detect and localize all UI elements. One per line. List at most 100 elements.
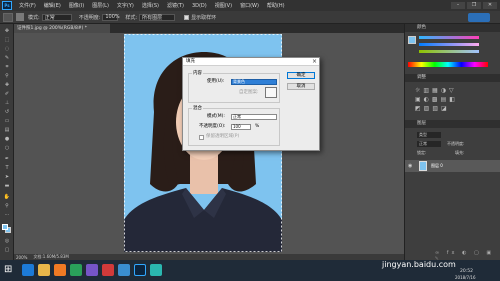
document-tab[interactable]: 证件照1.jpg @ 200%(RGB/8#) * [14,24,110,33]
dialog-titlebar[interactable]: 填充 × [183,58,319,66]
dodge-tool-icon[interactable]: ○ [3,145,11,151]
blur-tool-icon[interactable]: ● [3,136,11,142]
menu-image[interactable]: 图像(I) [65,2,88,9]
menu-window[interactable]: 窗口(W) [236,2,263,9]
show-ring-label: 显示取样环 [191,14,217,21]
fill-swatch-icon[interactable] [16,13,24,21]
mode-select[interactable]: 正常 [41,13,72,21]
layer-visibility-eye-icon[interactable]: ◉ [408,163,412,169]
layer-opacity-label: 不透明度: [447,141,465,146]
layer-row[interactable]: ◉ 图层 0 [405,160,500,172]
mode-label: 模式: [28,14,40,21]
tab-adjustments[interactable]: 调整 [417,75,426,80]
lasso-tool-icon[interactable]: ◌ [3,46,11,52]
history-brush-icon[interactable]: ↺ [3,109,11,115]
color-panel-tabs: 颜色 [405,24,500,32]
zoom-tool-icon[interactable]: ⚲ [3,203,11,209]
style-select[interactable]: 所有图层 [139,13,176,21]
quick-select-tool-icon[interactable]: ✎ [3,55,11,61]
clock-date[interactable]: 2018/7/16 [455,275,476,280]
color-slider-r[interactable] [419,36,479,39]
color-slider-g[interactable] [419,43,479,46]
eraser-tool-icon[interactable]: ▭ [3,118,11,124]
use-select-value: 背景色 [233,79,245,84]
windows-taskbar: ⊞ jingyan.baidu.com 20:52 2018/7/16 [0,260,500,281]
pattern-picker[interactable] [265,87,277,98]
edge-browser-icon[interactable] [22,264,34,276]
fg-swatch[interactable] [408,36,416,44]
ok-button[interactable]: 确定 [287,72,315,79]
app-green-icon[interactable] [70,264,82,276]
workspace-badge[interactable] [468,12,490,22]
foreground-color-swatch[interactable] [2,224,8,230]
layer-kind-filter[interactable]: 类型 [417,132,441,138]
lock-label: 锁定: [417,150,427,155]
type-tool-icon[interactable]: T [3,165,11,171]
menu-file[interactable]: 文件(F) [15,2,40,9]
dialog-title: 填充 [186,59,195,64]
menu-edit[interactable]: 编辑(E) [40,2,65,9]
cancel-button[interactable]: 取消 [287,83,315,90]
menu-3d[interactable]: 3D(D) [188,3,211,9]
path-select-icon[interactable]: ➤ [3,174,11,180]
shape-tool-icon[interactable]: ▬ [3,183,11,189]
fill-dialog: 填充 × 内容 使用(U): 背景色 自定图案: 混合 模式(M): 正常 不透… [182,57,320,151]
photoshop-taskbar-icon[interactable] [134,264,146,276]
pen-tool-icon[interactable]: ✒ [3,156,11,162]
hand-tool-icon[interactable]: ✋ [3,194,11,200]
menu-type[interactable]: 文字(Y) [113,2,138,9]
window-close-icon[interactable]: ✕ [483,2,497,9]
move-tool-icon[interactable]: ✥ [3,28,11,34]
custom-pattern-label: 自定图案: [239,90,259,95]
menu-bar: Ps 文件(F) 编辑(E) 图像(I) 图层(L) 文字(Y) 选择(S) 滤… [0,0,500,11]
opacity-label: 不透明度: [78,14,101,21]
eyedropper-tool-icon[interactable]: ⚲ [3,73,11,79]
options-bar: 模式: 正常 不透明度: 100% 样式: 所有图层 显示取样环 [0,11,500,24]
healing-tool-icon[interactable]: ✚ [3,82,11,88]
screen-mode-icon[interactable]: ▢ [3,247,11,253]
blend-mode-select[interactable]: 正常 [231,114,277,120]
marquee-tool-icon[interactable]: ⬚ [3,37,11,43]
blending-group: 混合 模式(M): 正常 不透明度(O): 100 % 保留透明区域(P) [188,106,280,146]
color-slider-b[interactable] [419,50,479,53]
start-windows-icon[interactable]: ⊞ [4,265,12,275]
use-select[interactable]: 背景色 [231,79,277,85]
tools-panel: ✥ ⬚ ◌ ✎ ⌗ ⚲ ✚ ✐ ⊥ ↺ ▭ ▤ ● ○ ✒ T ➤ ▬ ✋ ⚲ … [0,24,14,260]
quick-mask-icon[interactable]: ◎ [3,238,11,244]
menu-layer[interactable]: 图层(L) [88,2,113,9]
app-orange-icon[interactable] [54,264,66,276]
app-teal-icon[interactable] [150,264,162,276]
style-label: 样式: [125,14,138,21]
photoshop-logo: Ps [2,1,12,10]
stamp-tool-icon[interactable]: ⊥ [3,100,11,106]
tab-color[interactable]: 颜色 [417,25,426,30]
menu-select[interactable]: 选择(S) [138,2,163,9]
tool-preset-icon[interactable] [3,12,13,22]
clock-time[interactable]: 20:52 [460,269,473,274]
menu-view[interactable]: 视图(V) [211,2,236,9]
opacity-input[interactable]: 100 [231,124,251,130]
dialog-close-icon[interactable]: × [312,58,317,66]
menu-help[interactable]: 帮助(H) [263,2,289,9]
adjustment-icons: ☼▥▦◑▽ ▣◐▩▤◧ ◩▨▧◪ [415,87,458,112]
opacity-field[interactable]: 100% [102,13,120,21]
window-minimize-icon[interactable]: – [451,2,465,9]
window-restore-icon[interactable]: ❐ [467,2,481,9]
brush-tool-icon[interactable]: ✐ [3,91,11,97]
crop-tool-icon[interactable]: ⌗ [3,64,11,70]
preserve-transparency-checkbox[interactable] [199,135,204,140]
zoom-level[interactable]: 200% [16,255,27,260]
file-explorer-icon[interactable] [38,264,50,276]
more-tools-icon[interactable]: ⋯ [3,212,11,218]
app-purple-icon[interactable] [86,264,98,276]
menu-filter[interactable]: 滤镜(T) [163,2,188,9]
show-ring-checkbox[interactable] [184,14,190,20]
use-label: 使用(U): [207,79,225,84]
app-red-icon[interactable] [102,264,114,276]
color-spectrum[interactable] [408,62,488,67]
layer-mode-select[interactable]: 正常 [417,141,441,147]
gradient-tool-icon[interactable]: ▤ [3,127,11,133]
app-blue-icon[interactable] [118,264,130,276]
layer-name[interactable]: 图层 0 [431,163,443,169]
tab-layers[interactable]: 图层 [417,121,426,126]
